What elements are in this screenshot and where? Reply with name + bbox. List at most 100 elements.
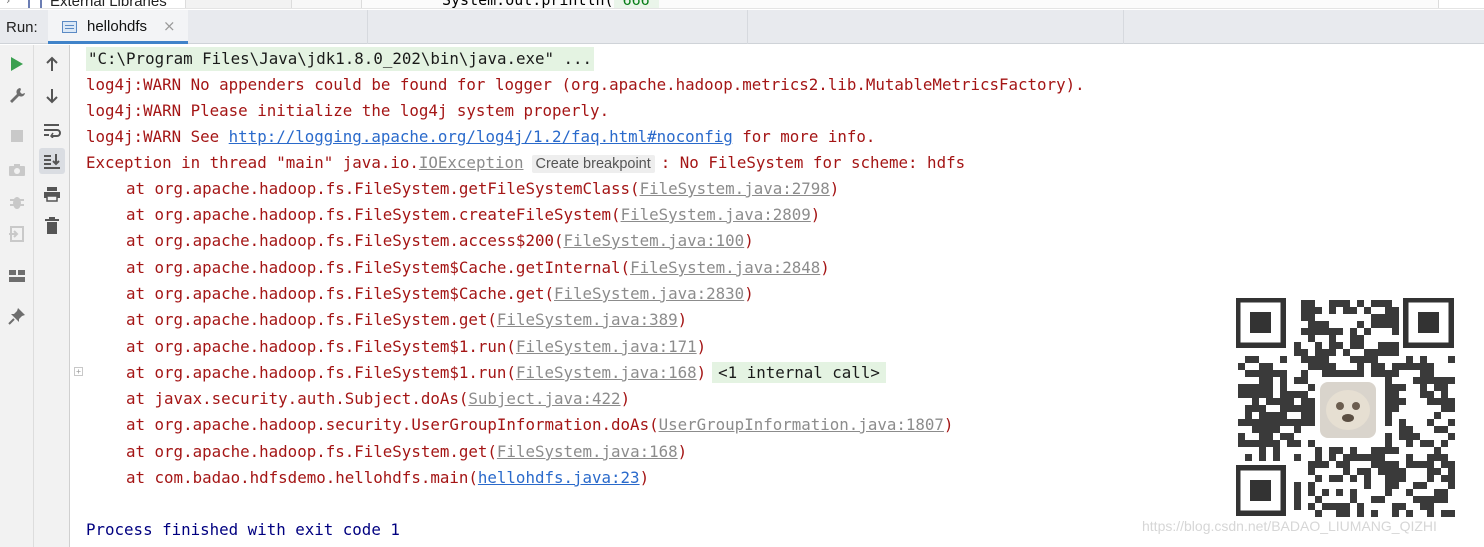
stack-close: ) [820,258,830,277]
qr-module [1245,440,1252,447]
import-icon[interactable] [4,221,30,247]
qr-module [1350,489,1357,496]
qr-module [1441,405,1448,412]
qr-module [1315,454,1322,461]
qr-module [1434,454,1441,461]
stack-method: at org.apache.hadoop.fs.FileSystem.acces… [126,231,564,250]
qr-module [1392,398,1399,405]
stack-trace-line: at javax.security.auth.Subject.doAs(Subj… [126,387,630,411]
wrench-icon[interactable] [4,82,30,108]
qr-module [1280,391,1287,398]
qr-module [1371,300,1378,307]
stack-close: ) [620,389,631,408]
project-tree-row[interactable]: › External Libraries [0,0,185,8]
qr-module [1357,454,1364,461]
qr-finder-core [1418,312,1439,333]
qr-module [1448,468,1455,475]
qr-module [1392,370,1399,377]
console-warn-line: log4j:WARN Please initialize the log4j s… [86,101,610,120]
qr-module [1357,335,1364,342]
qr-module [1259,426,1266,433]
tab-hellohdfs[interactable]: hellohdfs × [48,10,188,44]
arrow-down-icon[interactable] [39,83,65,109]
qr-module [1259,370,1266,377]
exception-text: : No FileSystem for scheme: hdfs [660,153,966,172]
qr-module [1420,503,1427,510]
stack-close: ) [677,310,688,329]
qr-module [1273,398,1280,405]
qr-module [1385,349,1392,356]
qr-module [1385,489,1392,496]
qr-module [1308,468,1315,475]
qr-module [1273,419,1280,426]
stack-close: ) [696,363,707,382]
qr-module [1343,468,1350,475]
create-breakpoint-button[interactable]: Create breakpoint [531,155,655,173]
stop-icon[interactable] [4,123,30,149]
stack-source-link[interactable]: FileSystem.java:2830 [554,284,744,303]
stack-method: at org.apache.hadoop.fs.FileSystem$1.run… [126,363,516,382]
log4j-faq-link[interactable]: http://logging.apache.org/log4j/1.2/faq.… [229,127,733,146]
stack-source-link[interactable]: UserGroupInformation.java:1807 [659,415,944,434]
debug-icon[interactable] [4,189,30,215]
stack-source-link[interactable]: hellohdfs.java:23 [478,468,640,487]
qr-module [1364,454,1371,461]
qr-module [1441,510,1448,517]
stack-source-link[interactable]: FileSystem.java:2848 [630,258,820,277]
qr-module [1266,433,1273,440]
qr-module [1448,433,1455,440]
qr-module [1308,356,1315,363]
watermark-url: https://blog.csdn.net/BADAO_LIUMANG_QIZH… [1142,518,1437,534]
console-warn-line: log4j:WARN See http://logging.apache.org… [86,125,875,149]
scroll-to-end-icon[interactable] [39,148,65,174]
qr-module [1259,440,1266,447]
stack-source-link[interactable]: FileSystem.java:2809 [621,205,811,224]
print-icon[interactable] [39,181,65,207]
fold-expand-icon[interactable]: + [74,367,83,376]
stack-source-link[interactable]: FileSystem.java:168 [516,363,697,382]
internal-call-fold[interactable]: <1 internal call> [712,362,886,383]
stack-method: at org.apache.hadoop.fs.FileSystem.get( [126,442,497,461]
qr-module [1322,349,1329,356]
stack-trace-line: at org.apache.hadoop.fs.FileSystem$Cache… [126,282,754,306]
line-number-gutter [291,0,361,8]
qr-module [1357,356,1364,363]
code-editor[interactable]: System.out.println("666" [361,0,1439,8]
exception-class-link[interactable]: IOException [419,153,524,172]
stack-trace-line: at org.apache.hadoop.fs.FileSystem.getFi… [126,177,839,201]
trash-icon[interactable] [39,213,65,239]
arrow-up-icon[interactable] [39,51,65,77]
qr-module [1329,300,1336,307]
qr-module [1434,377,1441,384]
qr-module [1294,496,1301,503]
run-icon[interactable] [4,51,30,77]
stack-source-link[interactable]: FileSystem.java:2798 [640,179,830,198]
stack-source-link[interactable]: FileSystem.java:171 [516,337,697,356]
qr-module [1420,496,1427,503]
stack-source-link[interactable]: FileSystem.java:168 [497,442,678,461]
stack-trace-line: at org.apache.hadoop.fs.FileSystem$1.run… [126,335,706,359]
qr-module [1322,328,1329,335]
qr-module [1378,321,1385,328]
qr-module [1336,503,1343,510]
qr-module [1427,377,1434,384]
close-icon[interactable]: × [163,17,176,35]
soft-wrap-icon[interactable] [39,117,65,143]
qr-module [1392,405,1399,412]
qr-module [1427,363,1434,370]
layout-icon[interactable] [4,263,30,289]
code-string: "666" [613,0,659,8]
stack-close: ) [810,205,821,224]
qr-module [1357,342,1364,349]
pin-icon[interactable] [4,303,30,329]
qr-module [1399,468,1406,475]
qr-module [1406,461,1413,468]
stack-source-link[interactable]: Subject.java:422 [468,389,620,408]
stack-source-link[interactable]: FileSystem.java:389 [497,310,678,329]
chevron-right-icon[interactable]: › [6,0,10,7]
qr-module [1441,440,1448,447]
camera-icon[interactable] [4,157,30,183]
stack-source-link[interactable]: FileSystem.java:100 [563,231,744,250]
qr-module [1315,475,1322,482]
qr-module [1238,391,1245,398]
